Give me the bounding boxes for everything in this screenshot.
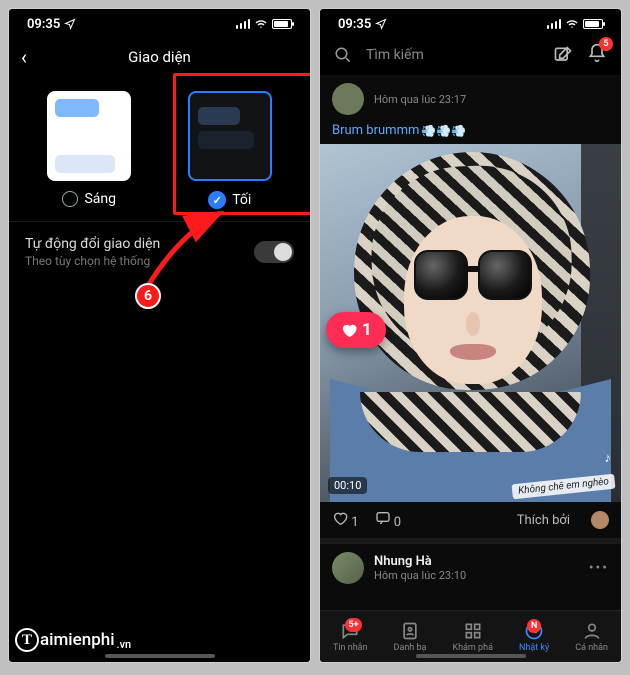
status-time: 09:35 (338, 17, 371, 32)
battery-icon (583, 19, 603, 29)
person-icon (582, 621, 602, 641)
battery-icon (272, 19, 292, 29)
tab-label: Nhật ký (519, 643, 549, 653)
tab-diary-badge: N (527, 619, 541, 633)
auto-theme-title: Tự động đổi giao diện (25, 236, 160, 252)
watermark-text: aimienphi (40, 630, 115, 650)
phone-right: 09:35 Tìm kiếm 5 Hôm qua lúc 23:17 (319, 8, 622, 663)
tab-me[interactable]: Cá nhân (575, 621, 608, 653)
compose-icon[interactable] (553, 45, 573, 65)
theme-label-light: Sáng (84, 191, 116, 207)
navbar-settings: ‹ Giao diện (9, 39, 310, 75)
like-overlay-badge[interactable]: 1 (326, 312, 386, 348)
notification-badge: 5 (599, 37, 613, 51)
like-overlay-count: 1 (362, 320, 372, 340)
home-indicator (416, 654, 526, 658)
search-icon[interactable] (334, 46, 352, 64)
status-bar: 09:35 (9, 9, 310, 39)
location-icon (375, 18, 387, 30)
tab-messages-badge: 5+ (345, 618, 361, 632)
cell-signal-icon (236, 19, 251, 29)
watermark-suffix: .vn (117, 638, 132, 651)
tiktok-watermark-icon: ♪ (605, 450, 612, 466)
post-media-video[interactable]: 1 ♪ 00:10 Không chê em nghèo (320, 144, 621, 502)
cell-signal-icon (547, 19, 562, 29)
like-count: 1 (351, 515, 358, 530)
phone-left: 09:35 ‹ Giao diện Sáng (8, 8, 311, 663)
top-bar: Tìm kiếm 5 (320, 39, 621, 75)
theme-preview-light (47, 91, 131, 181)
radio-checked-icon: ✓ (208, 191, 226, 209)
notifications-button[interactable]: 5 (587, 43, 607, 67)
post-text: Brum brummm 💨💨💨 (320, 123, 621, 144)
post-header: Nhung Hà Hôm qua lúc 23:10 ••• (320, 544, 621, 592)
wifi-icon (254, 18, 268, 30)
contacts-icon (400, 621, 420, 641)
post-actions: 1 0 Thích bởi (320, 502, 621, 538)
tab-diary[interactable]: N Nhật ký (519, 621, 549, 653)
post-timestamp: Hôm qua lúc 23:10 (374, 569, 579, 582)
theme-preview-dark (188, 91, 272, 181)
status-time: 09:35 (27, 17, 60, 32)
post-author[interactable]: Nhung Hà (374, 554, 579, 569)
location-icon (64, 18, 76, 30)
tab-label: Khám phá (452, 643, 493, 653)
feed[interactable]: Hôm qua lúc 23:17 Brum brummm 💨💨💨 (320, 75, 621, 610)
watermark-t-icon: T (15, 628, 39, 652)
auto-theme-row[interactable]: Tự động đổi giao diện Theo tùy chọn hệ t… (9, 221, 310, 282)
annotation-step-badge: 6 (135, 283, 161, 309)
theme-label-dark: Tối (232, 192, 251, 208)
dash-emoji-icon: 💨💨💨 (421, 124, 466, 138)
avatar[interactable] (332, 552, 364, 584)
avatar[interactable] (332, 83, 364, 115)
video-duration: 00:10 (328, 477, 367, 494)
like-button[interactable]: 1 (332, 510, 359, 530)
tab-label: Cá nhân (575, 643, 608, 653)
post-text-content: Brum brummm (332, 123, 419, 138)
radio-unchecked-icon (62, 191, 78, 207)
tab-label: Danh bạ (394, 643, 427, 653)
heart-outline-icon (332, 510, 348, 526)
tab-discover[interactable]: Khám phá (452, 621, 493, 653)
wifi-icon (565, 18, 579, 30)
watermark: T aimienphi .vn (15, 628, 131, 652)
auto-theme-sub: Theo tùy chọn hệ thống (25, 254, 160, 268)
liked-by-label: Thích bởi (517, 513, 570, 528)
tab-contacts[interactable]: Danh bạ (394, 621, 427, 653)
auto-theme-toggle[interactable] (254, 241, 294, 263)
heart-icon (340, 321, 358, 339)
comment-button[interactable]: 0 (375, 510, 402, 530)
theme-option-dark[interactable]: ✓ Tối (175, 91, 285, 209)
tab-label: Tin nhắn (333, 643, 368, 653)
post-timestamp: Hôm qua lúc 23:17 (374, 93, 609, 106)
search-input[interactable]: Tìm kiếm (366, 47, 539, 63)
status-bar: 09:35 (320, 9, 621, 39)
comment-count: 0 (394, 515, 401, 530)
home-indicator (105, 654, 215, 658)
liked-by-avatar[interactable] (591, 511, 609, 529)
tab-messages[interactable]: 5+ Tin nhắn (333, 621, 368, 653)
comment-icon (375, 510, 391, 526)
grid-icon (463, 621, 483, 641)
page-title: Giao diện (9, 48, 310, 66)
theme-option-light[interactable]: Sáng (34, 91, 144, 209)
theme-selector: Sáng ✓ Tối (9, 75, 310, 221)
post-header: Hôm qua lúc 23:17 (320, 75, 621, 123)
post-menu-button[interactable]: ••• (589, 560, 609, 576)
